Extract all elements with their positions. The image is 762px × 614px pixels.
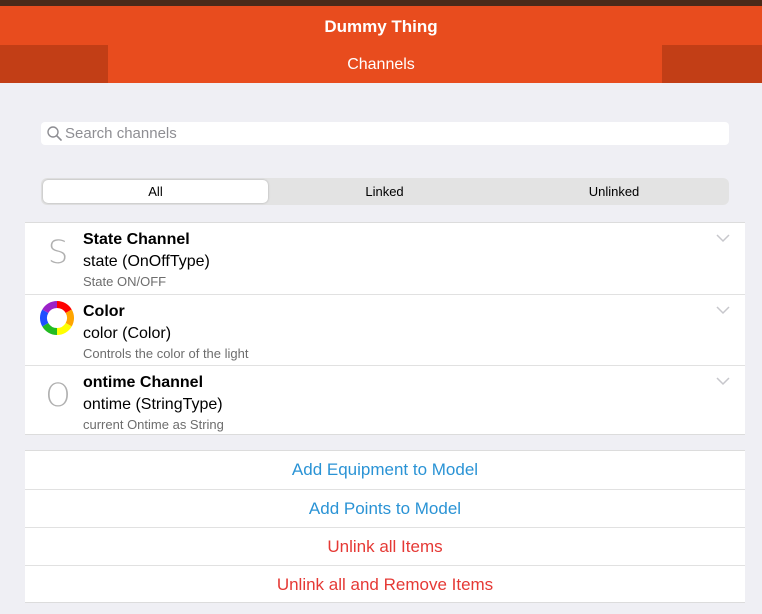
subnavbar: Channels [0, 45, 762, 83]
chevron-down-icon[interactable] [716, 305, 730, 315]
add-equipment-button[interactable]: Add Equipment to Model [25, 451, 745, 489]
navbar: Dummy Thing [0, 6, 762, 45]
channel-letter-icon: S [47, 233, 69, 271]
unlink-all-button[interactable]: Unlink all Items [25, 527, 745, 565]
filter-unlinked-button[interactable]: Unlinked [501, 180, 727, 203]
channel-title: State Channel [83, 231, 190, 248]
filter-segmented-control: All Linked Unlinked [41, 178, 729, 205]
channel-type: color (Color) [83, 325, 172, 342]
channel-item-color[interactable]: Color color (Color) Controls the color o… [25, 294, 745, 365]
actions-list: Add Equipment to Model Add Points to Mod… [25, 450, 745, 603]
unlink-remove-button[interactable]: Unlink all and Remove Items [25, 565, 745, 603]
add-points-button[interactable]: Add Points to Model [25, 489, 745, 527]
channel-title: ontime Channel [83, 374, 204, 391]
channel-item-state[interactable]: S State Channel state (OnOffType) State … [25, 223, 745, 294]
channel-letter-icon: O [45, 376, 71, 414]
search-icon [47, 126, 62, 141]
channel-type: ontime (StringType) [83, 396, 223, 413]
channel-description: current Ontime as String [83, 417, 224, 432]
channel-title: Color [83, 303, 125, 320]
chevron-down-icon[interactable] [716, 233, 730, 243]
channel-description: State ON/OFF [83, 274, 167, 289]
filter-linked-button[interactable]: Linked [270, 180, 499, 203]
channel-list: S State Channel state (OnOffType) State … [25, 222, 745, 435]
page-title: Dummy Thing [324, 17, 438, 36]
filter-all-button[interactable]: All [43, 180, 268, 203]
channel-item-ontime[interactable]: O ontime Channel ontime (StringType) cur… [25, 365, 745, 436]
search-input[interactable] [65, 122, 720, 145]
tab-channels[interactable]: Channels [0, 56, 762, 74]
channel-type: state (OnOffType) [83, 253, 210, 270]
chevron-down-icon[interactable] [716, 376, 730, 386]
color-wheel-icon [40, 301, 74, 335]
searchbar [41, 122, 729, 145]
channel-description: Controls the color of the light [83, 346, 249, 361]
